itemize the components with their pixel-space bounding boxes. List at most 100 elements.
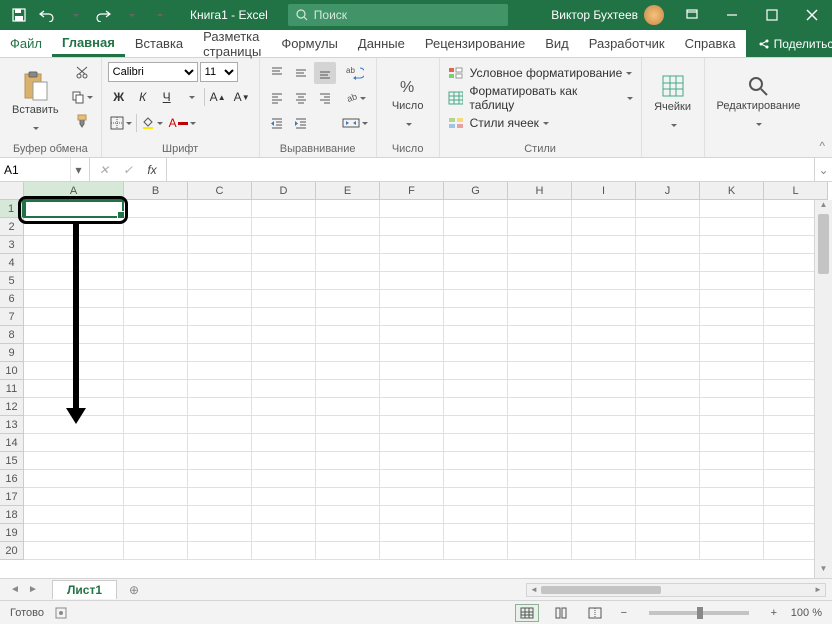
grow-font-button[interactable]: A▲ bbox=[207, 86, 229, 108]
cell-G18[interactable] bbox=[444, 506, 508, 524]
cell-B7[interactable] bbox=[124, 308, 188, 326]
merge-button[interactable] bbox=[340, 112, 370, 134]
cell-C2[interactable] bbox=[188, 218, 252, 236]
row-header-5[interactable]: 5 bbox=[0, 272, 24, 290]
cell-I10[interactable] bbox=[572, 362, 636, 380]
cell-C1[interactable] bbox=[188, 200, 252, 218]
row-header-8[interactable]: 8 bbox=[0, 326, 24, 344]
cell-B9[interactable] bbox=[124, 344, 188, 362]
cell-F19[interactable] bbox=[380, 524, 444, 542]
cell-K17[interactable] bbox=[700, 488, 764, 506]
cell-E1[interactable] bbox=[316, 200, 380, 218]
cell-D5[interactable] bbox=[252, 272, 316, 290]
row-header-7[interactable]: 7 bbox=[0, 308, 24, 326]
cell-B3[interactable] bbox=[124, 236, 188, 254]
cell-D15[interactable] bbox=[252, 452, 316, 470]
cell-A13[interactable] bbox=[24, 416, 124, 434]
cell-D10[interactable] bbox=[252, 362, 316, 380]
cell-I8[interactable] bbox=[572, 326, 636, 344]
name-box-input[interactable] bbox=[0, 163, 70, 177]
cell-E6[interactable] bbox=[316, 290, 380, 308]
cell-G6[interactable] bbox=[444, 290, 508, 308]
number-format-button[interactable]: % Число bbox=[383, 62, 433, 141]
align-top-button[interactable] bbox=[266, 62, 288, 84]
scroll-up-button[interactable]: ▲ bbox=[815, 200, 832, 214]
search-box[interactable]: Поиск bbox=[288, 4, 508, 26]
cell-C16[interactable] bbox=[188, 470, 252, 488]
vscroll-thumb[interactable] bbox=[818, 214, 829, 274]
cell-K10[interactable] bbox=[700, 362, 764, 380]
cell-H12[interactable] bbox=[508, 398, 572, 416]
cell-A11[interactable] bbox=[24, 380, 124, 398]
italic-button[interactable]: К bbox=[132, 86, 154, 108]
qat-customize[interactable] bbox=[146, 2, 172, 28]
cell-A10[interactable] bbox=[24, 362, 124, 380]
cell-F17[interactable] bbox=[380, 488, 444, 506]
cell-H11[interactable] bbox=[508, 380, 572, 398]
cell-D16[interactable] bbox=[252, 470, 316, 488]
cell-H6[interactable] bbox=[508, 290, 572, 308]
cell-K4[interactable] bbox=[700, 254, 764, 272]
cell-G19[interactable] bbox=[444, 524, 508, 542]
maximize-button[interactable] bbox=[752, 0, 792, 30]
cell-K11[interactable] bbox=[700, 380, 764, 398]
cell-E11[interactable] bbox=[316, 380, 380, 398]
cell-K2[interactable] bbox=[700, 218, 764, 236]
column-header-G[interactable]: G bbox=[444, 182, 508, 200]
tab-insert[interactable]: Вставка bbox=[125, 30, 193, 57]
cell-B8[interactable] bbox=[124, 326, 188, 344]
tab-formulas[interactable]: Формулы bbox=[271, 30, 348, 57]
conditional-formatting-button[interactable]: Условное форматирование bbox=[446, 62, 635, 84]
cell-J5[interactable] bbox=[636, 272, 700, 290]
cell-F10[interactable] bbox=[380, 362, 444, 380]
row-header-20[interactable]: 20 bbox=[0, 542, 24, 560]
cell-F13[interactable] bbox=[380, 416, 444, 434]
column-header-A[interactable]: A bbox=[24, 182, 124, 200]
cell-I18[interactable] bbox=[572, 506, 636, 524]
row-header-4[interactable]: 4 bbox=[0, 254, 24, 272]
cell-H4[interactable] bbox=[508, 254, 572, 272]
cell-J13[interactable] bbox=[636, 416, 700, 434]
cell-C3[interactable] bbox=[188, 236, 252, 254]
cell-A1[interactable] bbox=[24, 200, 124, 218]
underline-button[interactable]: Ч bbox=[156, 86, 178, 108]
zoom-slider[interactable] bbox=[649, 611, 749, 615]
cell-K1[interactable] bbox=[700, 200, 764, 218]
cell-D2[interactable] bbox=[252, 218, 316, 236]
cell-B16[interactable] bbox=[124, 470, 188, 488]
cell-C8[interactable] bbox=[188, 326, 252, 344]
cell-J19[interactable] bbox=[636, 524, 700, 542]
underline-dropdown[interactable] bbox=[180, 86, 202, 108]
cell-E20[interactable] bbox=[316, 542, 380, 560]
cell-D17[interactable] bbox=[252, 488, 316, 506]
column-header-E[interactable]: E bbox=[316, 182, 380, 200]
cell-E13[interactable] bbox=[316, 416, 380, 434]
cell-H10[interactable] bbox=[508, 362, 572, 380]
cell-E12[interactable] bbox=[316, 398, 380, 416]
cell-G14[interactable] bbox=[444, 434, 508, 452]
cell-J7[interactable] bbox=[636, 308, 700, 326]
cell-B19[interactable] bbox=[124, 524, 188, 542]
cell-C11[interactable] bbox=[188, 380, 252, 398]
cell-A5[interactable] bbox=[24, 272, 124, 290]
horizontal-scrollbar[interactable]: ◄ ► bbox=[526, 583, 826, 597]
cell-D6[interactable] bbox=[252, 290, 316, 308]
cell-J17[interactable] bbox=[636, 488, 700, 506]
vertical-scrollbar[interactable]: ▲ ▼ bbox=[814, 200, 832, 578]
cell-D13[interactable] bbox=[252, 416, 316, 434]
decrease-indent-button[interactable] bbox=[266, 112, 288, 134]
cell-C9[interactable] bbox=[188, 344, 252, 362]
align-left-button[interactable] bbox=[266, 87, 288, 109]
cell-A20[interactable] bbox=[24, 542, 124, 560]
cell-J15[interactable] bbox=[636, 452, 700, 470]
undo-dropdown[interactable] bbox=[62, 2, 88, 28]
cell-C5[interactable] bbox=[188, 272, 252, 290]
cell-D14[interactable] bbox=[252, 434, 316, 452]
cell-G4[interactable] bbox=[444, 254, 508, 272]
cell-D18[interactable] bbox=[252, 506, 316, 524]
column-header-L[interactable]: L bbox=[764, 182, 828, 200]
zoom-out-button[interactable]: − bbox=[617, 607, 631, 619]
cancel-formula-button[interactable]: ✕ bbox=[94, 163, 114, 177]
column-header-H[interactable]: H bbox=[508, 182, 572, 200]
cell-B11[interactable] bbox=[124, 380, 188, 398]
